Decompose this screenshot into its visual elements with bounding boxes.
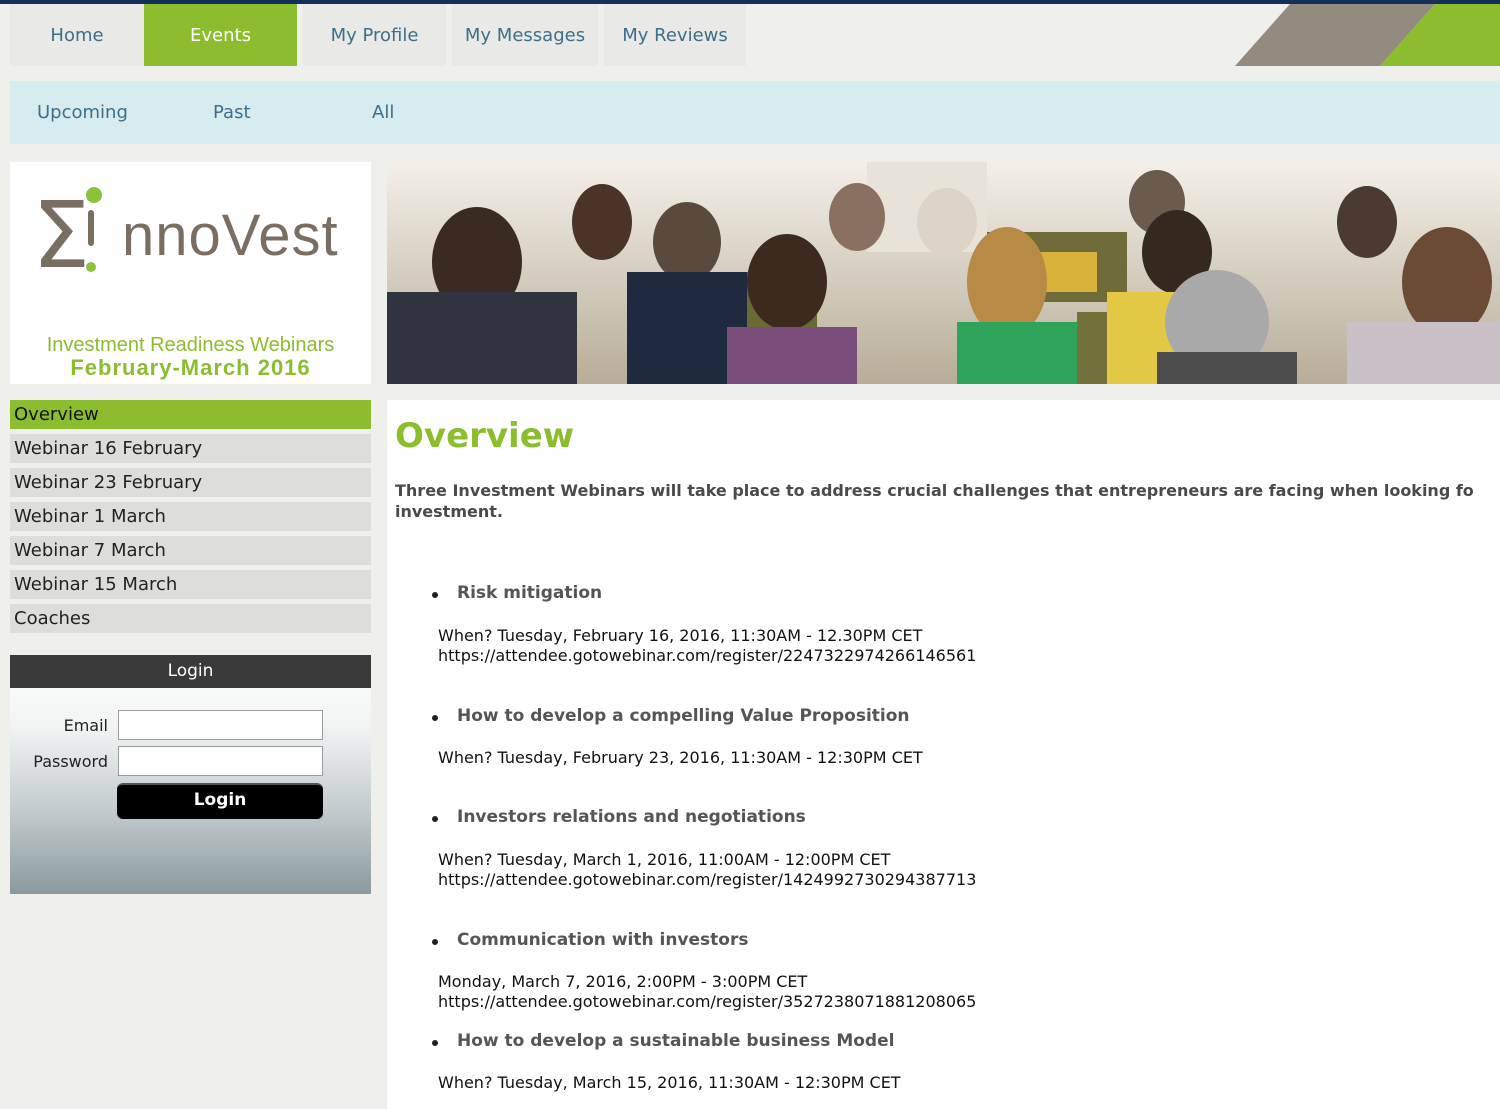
top-navigation: Home Events My Profile My Messages My Re… xyxy=(10,4,746,66)
bullet-icon xyxy=(432,592,438,598)
bullet-icon xyxy=(432,1040,438,1046)
webinar-link[interactable]: https://attendee.gotowebinar.com/registe… xyxy=(438,869,976,890)
webinar-when: When? Tuesday, March 15, 2016, 11:30AM -… xyxy=(438,1073,901,1092)
audience-banner-image xyxy=(387,162,1500,384)
event-logo: Σ nnoVest Investment Readiness Webinars … xyxy=(10,162,371,384)
email-label: Email xyxy=(63,716,108,735)
login-button[interactable]: Login xyxy=(117,783,323,819)
webinar-when: When? Tuesday, February 23, 2016, 11:30A… xyxy=(438,748,923,767)
webinar-when: When? Tuesday, February 16, 2016, 11:30A… xyxy=(438,626,923,645)
tab-label: My Messages xyxy=(464,24,586,46)
bullet-icon xyxy=(432,939,438,945)
webinar-link[interactable]: https://attendee.gotowebinar.com/registe… xyxy=(438,645,976,666)
webinar-title: How to develop a sustainable business Mo… xyxy=(457,1031,895,1051)
tab-label: Home xyxy=(50,24,104,46)
tab-home[interactable]: Home xyxy=(10,4,144,66)
logo-dot-icon xyxy=(86,187,102,203)
webinar-title: How to develop a compelling Value Propos… xyxy=(457,706,910,726)
webinar-title: Risk mitigation xyxy=(457,583,603,603)
side-menu-webinar-16-feb[interactable]: Webinar 16 February xyxy=(10,434,371,463)
logo-tagline: Investment Readiness Webinars xyxy=(46,334,335,356)
tab-label: My Profile xyxy=(330,24,419,46)
tab-label: Events xyxy=(190,24,251,46)
subnav-upcoming[interactable]: Upcoming xyxy=(37,102,128,123)
side-menu-webinar-7-mar[interactable]: Webinar 7 March xyxy=(10,536,371,565)
logo-sigma-mark: Σ xyxy=(32,182,91,289)
subnav-all[interactable]: All xyxy=(372,102,394,123)
login-panel: Login Email Password Login xyxy=(10,655,371,894)
side-menu-webinar-1-mar[interactable]: Webinar 1 March xyxy=(10,502,371,531)
page: Home Events My Profile My Messages My Re… xyxy=(0,4,1500,1109)
side-menu: Overview Webinar 16 February Webinar 23 … xyxy=(10,400,371,638)
intro-text: Three Investment Webinars will take plac… xyxy=(395,481,1474,521)
logo-wordmark: nnoVest xyxy=(122,203,339,268)
logo-i-stem xyxy=(88,210,94,246)
tab-label: My Reviews xyxy=(622,24,728,46)
bullet-icon xyxy=(432,816,438,822)
tab-my-messages[interactable]: My Messages xyxy=(452,4,598,66)
webinar-when: When? Tuesday, March 1, 2016, 11:00AM - … xyxy=(438,850,891,869)
logo-dot-icon xyxy=(86,262,96,272)
password-field[interactable] xyxy=(118,746,323,776)
email-field[interactable] xyxy=(118,710,323,740)
tab-events[interactable]: Events xyxy=(144,4,297,66)
password-label: Password xyxy=(33,752,108,771)
logo-dates: February-March 2016 xyxy=(70,355,311,380)
header-decoration xyxy=(1235,4,1500,66)
main-content: Overview Three Investment Webinars will … xyxy=(387,400,1500,1109)
bullet-icon xyxy=(432,715,438,721)
side-menu-webinar-15-mar[interactable]: Webinar 15 March xyxy=(10,570,371,599)
webinar-title: Investors relations and negotiations xyxy=(457,807,806,827)
sub-navigation: Upcoming Past All xyxy=(10,81,1500,144)
side-menu-overview[interactable]: Overview xyxy=(10,400,371,429)
page-title: Overview xyxy=(395,416,575,456)
side-menu-coaches[interactable]: Coaches xyxy=(10,604,371,633)
login-heading: Login xyxy=(10,655,371,688)
subnav-past[interactable]: Past xyxy=(213,102,251,123)
tab-my-profile[interactable]: My Profile xyxy=(303,4,446,66)
webinar-when: Monday, March 7, 2016, 2:00PM - 3:00PM C… xyxy=(438,972,808,991)
webinar-link[interactable]: https://attendee.gotowebinar.com/registe… xyxy=(438,991,976,1012)
webinar-title: Communication with investors xyxy=(457,930,749,950)
tab-my-reviews[interactable]: My Reviews xyxy=(604,4,746,66)
side-menu-webinar-23-feb[interactable]: Webinar 23 February xyxy=(10,468,371,497)
